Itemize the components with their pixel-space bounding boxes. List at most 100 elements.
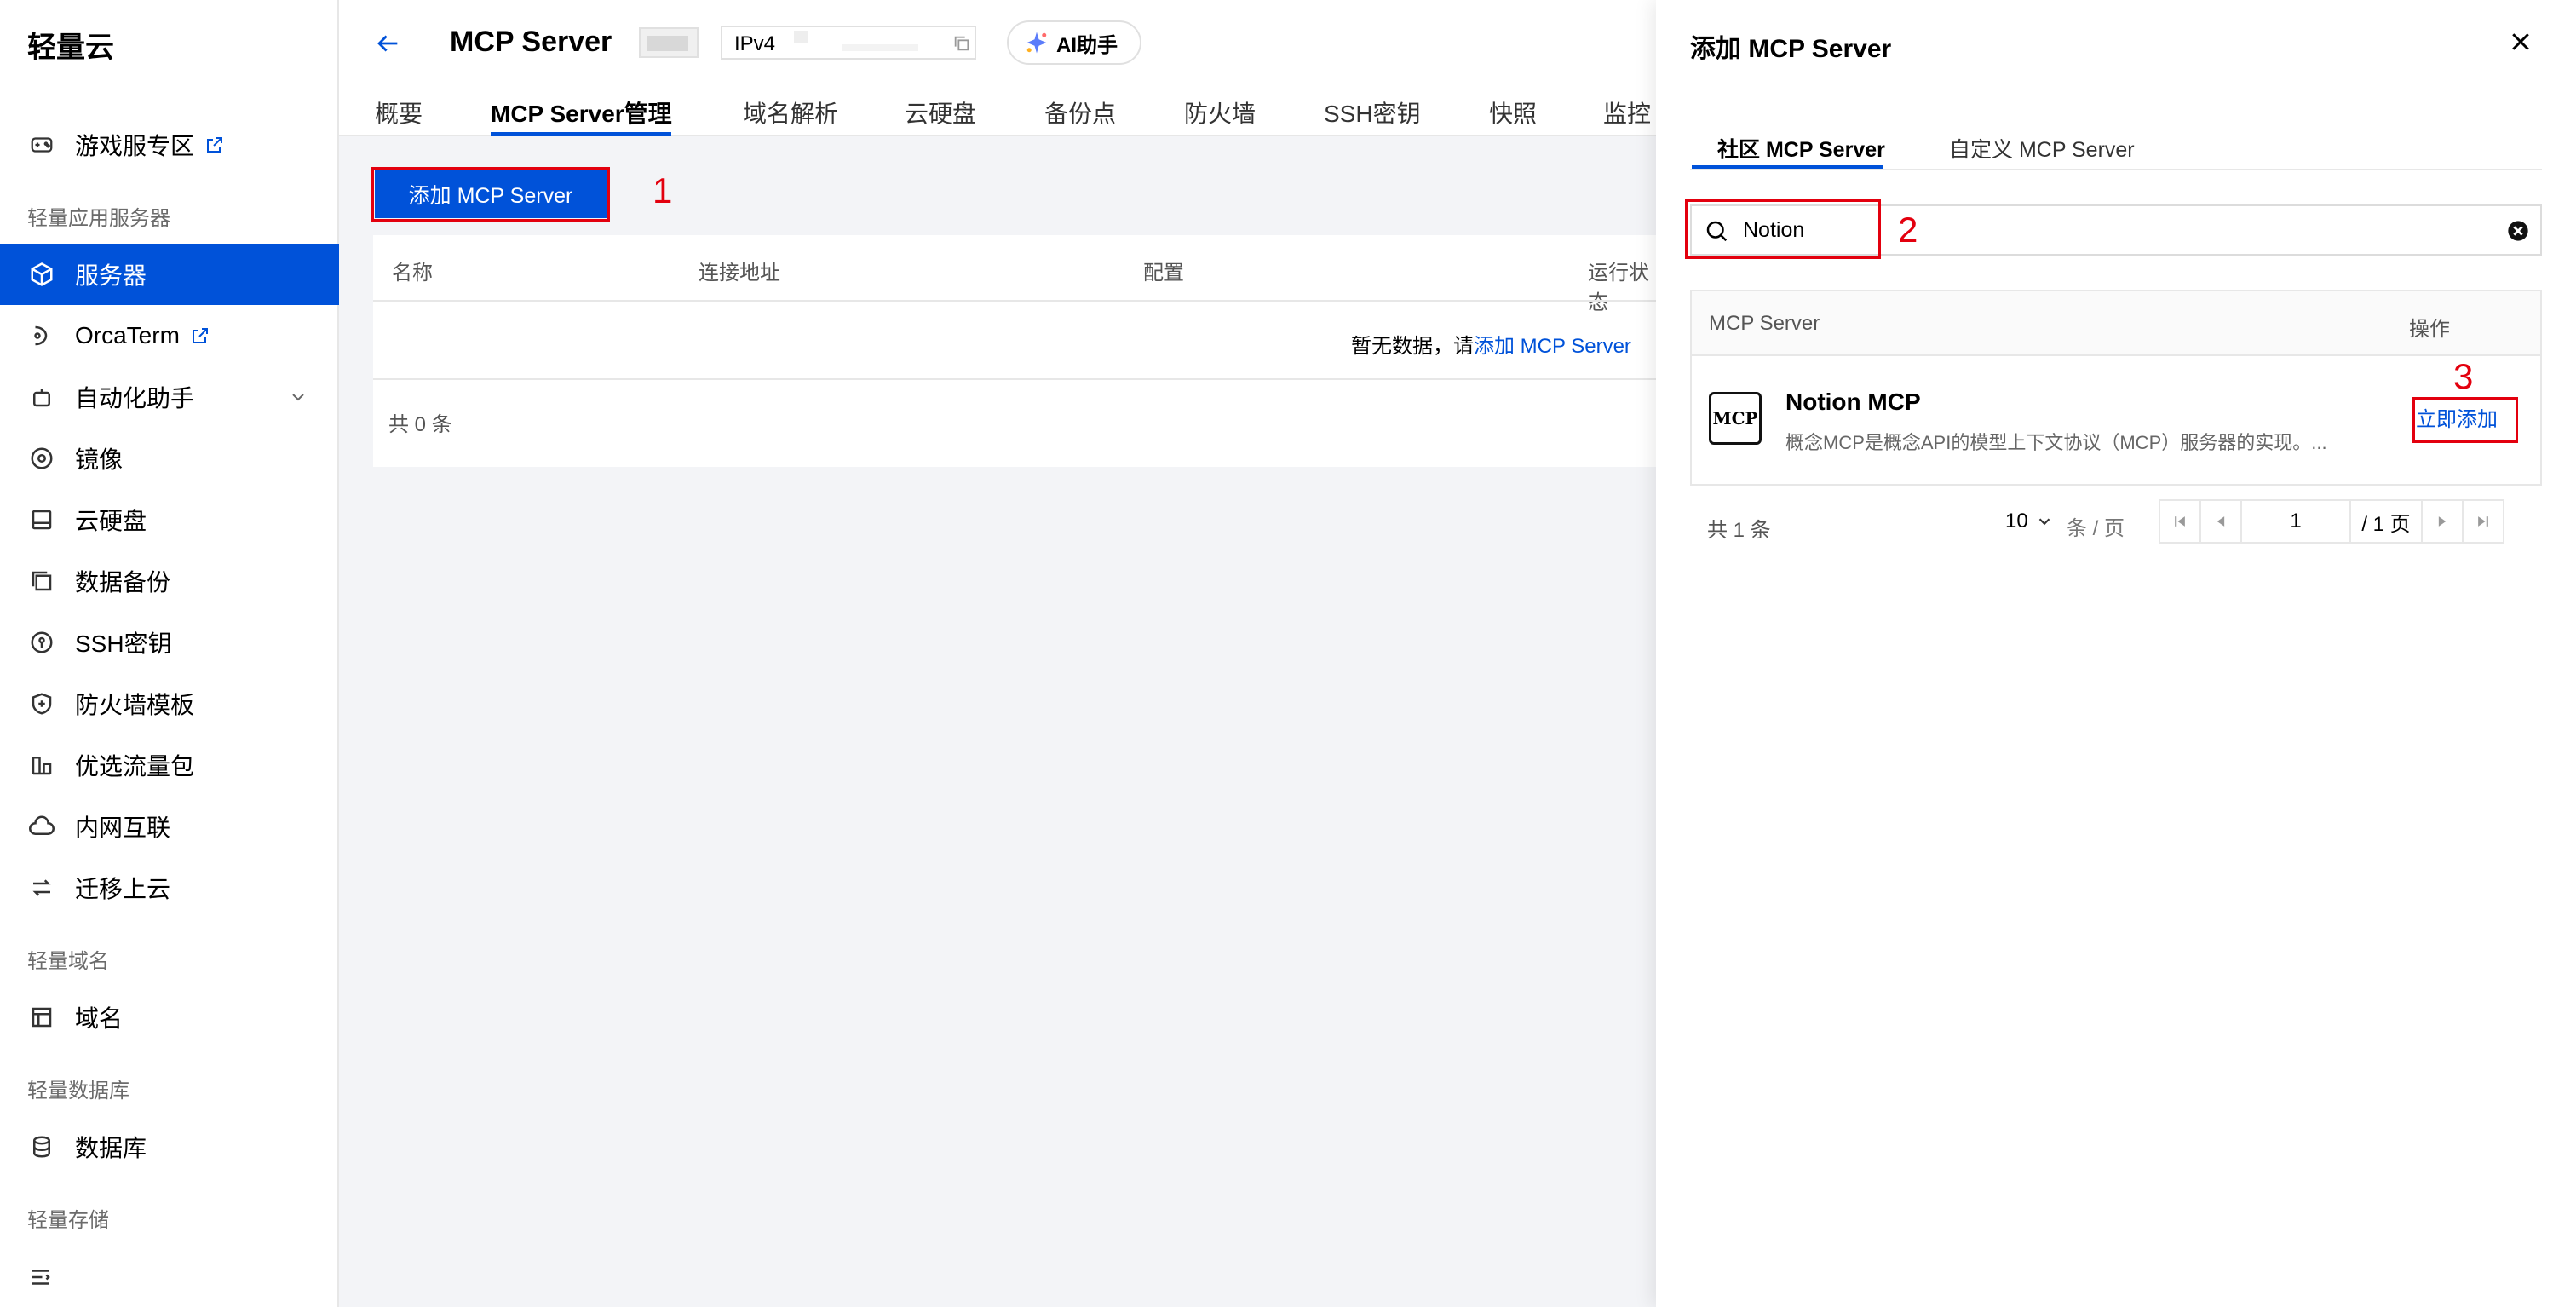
sidebar-item-label: 数据库 [75,1135,147,1161]
mcp-result-table: MCP Server 操作 MCP Notion MCP 概念MCP是概念API… [1690,290,2542,486]
group-label-lighthouse: 轻量应用服务器 [27,207,170,230]
page-size-unit: 条 / 页 [2067,517,2125,540]
column-header-address: 连接地址 [699,262,780,285]
next-page-button[interactable] [2421,499,2464,544]
column-header-action: 操作 [2409,318,2450,341]
tab-dns[interactable]: 域名解析 [743,95,838,130]
network-icon [27,812,56,841]
backup-icon [27,567,56,596]
tab-monitor[interactable]: 监控 [1603,95,1651,130]
group-label-storage: 轻量存储 [27,1209,109,1232]
main-content: MCP Server IPv4 AI助手 概要 MCP Server管理 域名解… [339,0,1668,1307]
sidebar-item-migrate[interactable]: 迁移上云 [0,857,339,918]
chevron-down-icon[interactable] [288,387,308,407]
external-link-icon [207,137,223,153]
close-icon[interactable] [2508,29,2533,55]
annotation-box-3 [2412,397,2518,443]
page-total: / 1 页 [2349,499,2423,544]
tab-snapshot[interactable]: 快照 [1489,95,1537,130]
last-page-icon [2478,516,2488,527]
sidebar-item-orcaterm[interactable]: OrcaTerm [0,305,339,366]
column-header-name: 名称 [392,262,433,285]
sidebar-item-automation[interactable]: 自动化助手 [0,366,339,428]
domain-icon [27,1003,56,1032]
mcp-item-description: 概念MCP是概念API的模型上下文协议（MCP）服务器的实现。... [1785,432,2327,453]
sidebar-item-firewall[interactable]: 防火墙模板 [0,673,339,734]
sidebar-item-label: 游戏服专区 [75,133,195,159]
empty-state-add-link[interactable]: 添加 MCP Server [1474,335,1631,358]
sidebar-item-traffic[interactable]: 优选流量包 [0,734,339,796]
sidebar-item-label: 域名 [75,1005,124,1032]
sidebar-item-label: 云硬盘 [75,508,147,534]
group-label-database: 轻量数据库 [27,1080,129,1103]
drawer-title: 添加 MCP Server [1690,35,1892,63]
sidebar-item-ssh[interactable]: SSH密钥 [0,612,339,673]
tab-ssh[interactable]: SSH密钥 [1324,95,1421,130]
sidebar-item-disk[interactable]: 云硬盘 [0,489,339,550]
sidebar-item-domain[interactable]: 域名 [0,987,339,1048]
clear-search-icon[interactable] [2506,219,2530,243]
tab-overview[interactable]: 概要 [375,95,423,130]
terminal-icon [27,321,56,350]
gamepad-icon [27,130,56,159]
status-tag [639,27,699,58]
disk-icon [27,505,56,534]
empty-state: 暂无数据，请添加 MCP Server [1351,329,1631,359]
sidebar-item-backup[interactable]: 数据备份 [0,550,339,612]
empty-state-text: 暂无数据，请 [1351,335,1474,358]
tab-community-mcp[interactable]: 社区 MCP Server [1717,133,1885,164]
first-page-button[interactable] [2159,499,2201,544]
sidebar-item-label: 数据备份 [75,569,171,596]
notion-logo: MCP [1709,392,1762,445]
tab-cloud-disk[interactable]: 云硬盘 [905,95,976,130]
page-size-select[interactable]: 10 [2005,510,2054,533]
tab-mcp-server[interactable]: MCP Server管理 [491,95,672,130]
page-number-input[interactable]: 1 [2240,499,2351,544]
back-arrow-icon[interactable] [373,29,402,58]
sidebar-item-label: OrcaTerm [75,322,180,348]
ip-field[interactable]: IPv4 [721,26,976,60]
annotation-number-3: 3 [2453,356,2474,396]
cube-icon [27,260,56,289]
sidebar-item-server[interactable]: 服务器 [0,244,339,305]
sidebar-item-label: 迁移上云 [75,876,171,902]
page-size-value: 10 [2005,510,2028,533]
prev-page-button[interactable] [2199,499,2242,544]
last-page-button[interactable] [2462,499,2504,544]
server-table: 名称 连接地址 配置 运行状态 暂无数据，请添加 MCP Server 共 0 … [373,235,1668,467]
annotation-number-2: 2 [1898,210,1918,250]
ip-label: IPv4 [734,32,776,55]
active-tab-underline [491,132,671,136]
sidebar-item-label: 内网互联 [75,815,171,841]
sidebar-item-network[interactable]: 内网互联 [0,796,339,857]
column-header-mcp-server: MCP Server [1709,312,1820,335]
result-total: 共 1 条 [1707,519,1771,542]
next-page-icon [2438,516,2447,527]
annotation-box-1 [371,167,610,222]
tab-custom-mcp[interactable]: 自定义 MCP Server [1949,133,2135,164]
column-header-config: 配置 [1143,262,1184,285]
robot-icon [27,383,56,412]
annotation-box-2 [1685,199,1881,259]
annotation-number-1: 1 [653,170,673,210]
topbar: MCP Server IPv4 AI助手 概要 MCP Server管理 域名解… [339,0,1656,136]
group-label-domain: 轻量域名 [27,950,109,973]
sidebar: 轻量云 游戏服专区 轻量应用服务器 服务器 OrcaTerm 自动化助手 镜像 … [0,0,339,1307]
sidebar-item-label: SSH密钥 [75,630,172,657]
ai-assistant-label: AI助手 [1056,33,1118,57]
external-link-icon [192,328,208,343]
sidebar-item-image[interactable]: 镜像 [0,428,339,489]
mcp-item-name: Notion MCP [1785,389,1921,415]
ai-sparkle-icon [1026,32,1047,54]
copy-icon[interactable] [952,34,971,53]
database-icon [27,1132,56,1161]
sidebar-item-label: 镜像 [75,446,124,473]
sidebar-item-game[interactable]: 游戏服专区 [0,114,339,176]
sidebar-item-label: 自动化助手 [75,385,195,412]
tab-firewall[interactable]: 防火墙 [1184,95,1256,130]
shield-icon [27,689,56,718]
tab-backup[interactable]: 备份点 [1044,95,1116,130]
ai-assistant-button[interactable]: AI助手 [1007,20,1141,65]
sidebar-item-database[interactable]: 数据库 [0,1116,339,1177]
collapse-menu-icon[interactable] [27,1264,53,1290]
